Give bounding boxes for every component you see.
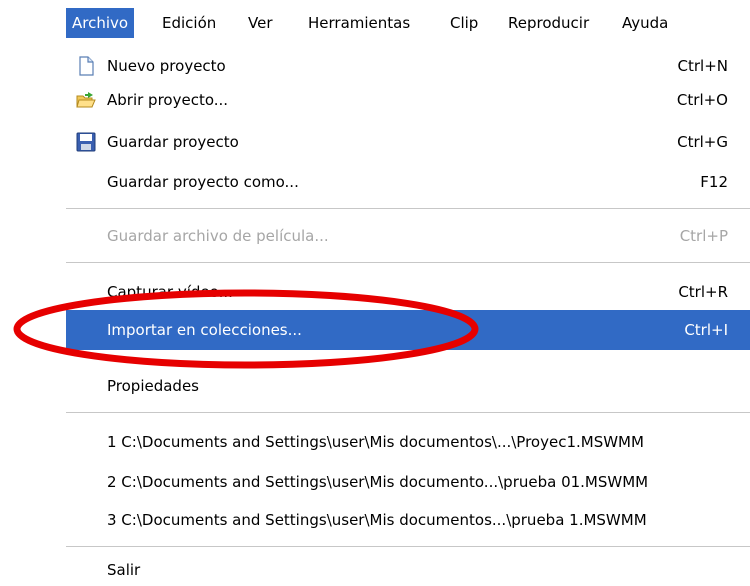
menu-item-shortcut: Ctrl+I [684,321,728,339]
menu-item-recent-file-1[interactable]: 1 C:\Documents and Settings\user\Mis doc… [66,426,750,458]
menu-item-guardar-proyecto-como[interactable]: Guardar proyecto como... F12 [66,166,750,198]
menu-bar: Archivo Edición Ver Herramientas Clip Re… [66,8,750,38]
menu-item-shortcut: Ctrl+R [678,283,728,301]
menu-archivo[interactable]: Archivo [66,8,135,38]
menu-item-shortcut: Ctrl+O [676,91,728,109]
open-folder-icon [76,92,96,108]
menu-item-abrir-proyecto[interactable]: Abrir proyecto... Ctrl+O [66,84,750,116]
menu-separator [66,412,750,414]
menu-item-propiedades[interactable]: Propiedades [66,370,750,402]
menu-separator [66,262,750,264]
menu-reproducir[interactable]: Reproducir [502,8,595,38]
menu-item-capturar-video[interactable]: Capturar vídeo... Ctrl+R [66,276,750,308]
menu-item-label: Capturar vídeo... [107,283,233,301]
menu-item-nuevo-proyecto[interactable]: Nuevo proyecto Ctrl+N [66,50,750,82]
menu-item-shortcut: F12 [700,173,728,191]
menu-item-shortcut: Ctrl+N [677,57,728,75]
menu-item-label: Propiedades [107,377,199,395]
menu-item-label: 2 C:\Documents and Settings\user\Mis doc… [107,473,649,491]
menu-item-label: Guardar proyecto [107,133,239,151]
menu-separator [66,546,750,548]
menu-item-label: Abrir proyecto... [107,91,229,109]
menu-separator [66,208,750,210]
floppy-disk-icon [76,132,96,152]
menu-item-label: Guardar archivo de película... [107,227,329,245]
new-document-icon [79,56,94,76]
menu-item-guardar-proyecto[interactable]: Guardar proyecto Ctrl+G [66,126,750,158]
menu-item-shortcut: Ctrl+P [679,227,728,245]
menu-item-label: Guardar proyecto como... [107,173,299,191]
archivo-dropdown-menu: Nuevo proyecto Ctrl+N Abrir proyecto... … [66,40,750,582]
menu-item-guardar-archivo-pelicula[interactable]: Guardar archivo de película... Ctrl+P [66,220,750,252]
menu-clip[interactable]: Clip [444,8,484,38]
menu-ayuda[interactable]: Ayuda [616,8,674,38]
menu-item-label: Salir [107,561,141,579]
menu-item-shortcut: Ctrl+G [677,133,728,151]
menu-item-label: 3 C:\Documents and Settings\user\Mis doc… [107,511,647,529]
menu-item-label: 1 C:\Documents and Settings\user\Mis doc… [107,433,644,451]
menu-item-recent-file-2[interactable]: 2 C:\Documents and Settings\user\Mis doc… [66,466,750,498]
menu-item-salir[interactable]: Salir [66,554,750,586]
menu-edicion[interactable]: Edición [156,8,222,38]
menu-item-recent-file-3[interactable]: 3 C:\Documents and Settings\user\Mis doc… [66,504,750,536]
menu-item-importar-en-colecciones[interactable]: Importar en colecciones... Ctrl+I [66,310,750,350]
menu-herramientas[interactable]: Herramientas [302,8,416,38]
menu-ver[interactable]: Ver [242,8,279,38]
menu-item-label: Nuevo proyecto [107,57,226,75]
menu-item-label: Importar en colecciones... [107,321,302,339]
